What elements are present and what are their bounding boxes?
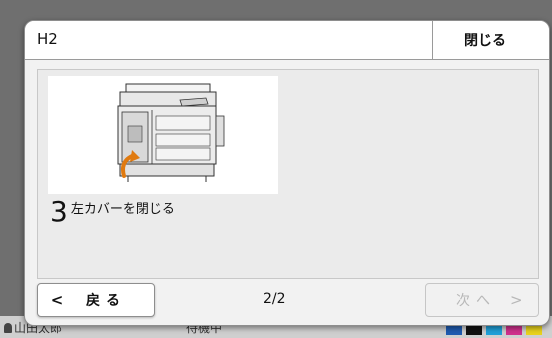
printer-illustration — [48, 76, 278, 194]
user-icon — [4, 323, 12, 333]
dialog-footer: < 戻る 2/2 次へ > — [37, 283, 539, 317]
back-button-label: 戻る — [86, 293, 126, 309]
step-instruction: 左カバーを閉じる — [70, 202, 175, 217]
next-button[interactable]: 次へ > — [425, 283, 539, 317]
toner-blue — [446, 325, 462, 335]
dialog-title-bar: H2 閉じる — [25, 21, 549, 60]
toner-cyan — [486, 325, 502, 335]
toner-level-indicators — [446, 325, 542, 335]
next-button-label: 次へ — [456, 293, 496, 309]
chevron-left-icon: < — [50, 291, 64, 309]
toner-yellow — [526, 325, 542, 335]
close-button[interactable]: 閉じる — [432, 21, 537, 59]
toner-black — [466, 325, 482, 335]
step-caption: 3 左カバーを閉じる — [50, 198, 175, 226]
printer-left-cover-icon — [117, 83, 225, 182]
step-number: 3 — [50, 195, 68, 228]
toner-magenta — [506, 325, 522, 335]
chevron-right-icon: > — [510, 291, 523, 309]
back-button[interactable]: < 戻る — [37, 283, 155, 317]
dialog-title: H2 — [37, 30, 58, 48]
instruction-dialog: H2 閉じる 3 左カバーを閉じる < 戻る 2/2 次へ > — [24, 20, 550, 326]
page-indicator: 2/2 — [263, 291, 286, 307]
instruction-panel: 3 左カバーを閉じる — [37, 69, 539, 279]
